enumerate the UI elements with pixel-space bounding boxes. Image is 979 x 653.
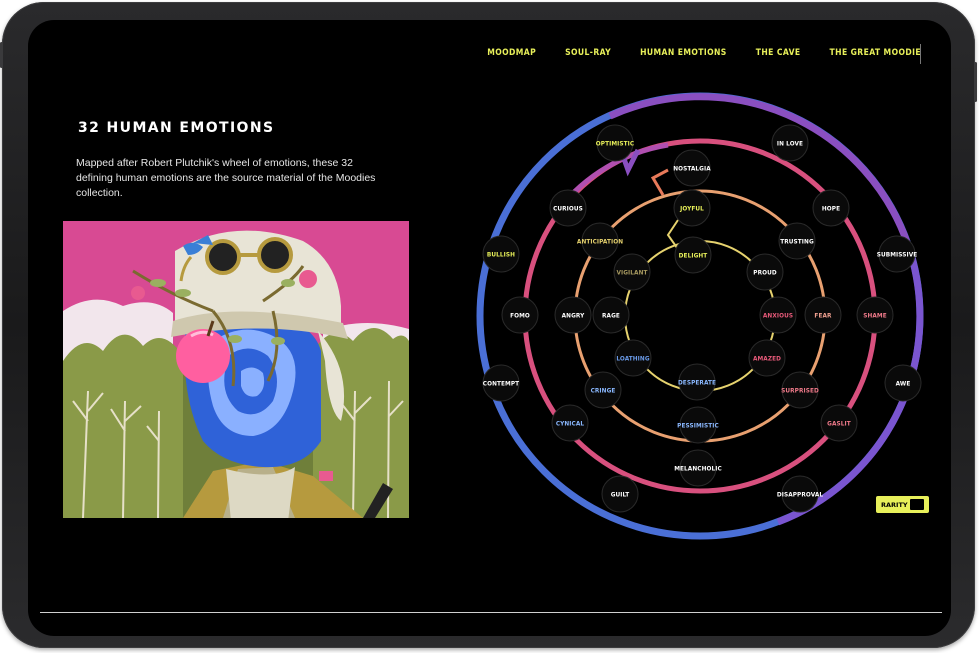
emotion-label: CURIOUS [553, 204, 583, 212]
side-button-top [0, 42, 3, 68]
rarity-label: RARITY [881, 500, 908, 509]
emotion-wheel: OPTIMISTIC IN LOVE SUBMISSIVE AWE DISAPPROVA… [476, 92, 924, 540]
emotion-label: FEAR [814, 311, 832, 319]
emotion-label: BULLISH [487, 250, 515, 258]
side-button-right [974, 62, 977, 102]
tablet-frame: MOODMAP SOUL-RAY HUMAN EMOTIONS THE CAVE… [0, 2, 977, 648]
emotion-label: CONTEMPT [483, 379, 519, 387]
emotion-label: FOMO [510, 311, 530, 319]
emotion-label: ANXIOUS [763, 311, 793, 319]
emotion-label: RAGE [602, 311, 620, 319]
emotion-label: TRUSTING [780, 237, 814, 245]
emotion-label: JOYFUL [679, 204, 704, 212]
emotion-label: GUILT [611, 490, 630, 498]
emotion-label: DISAPPROVAL [777, 490, 824, 498]
emotion-label: PROUD [753, 268, 777, 276]
emotion-label: OPTIMISTIC [596, 139, 634, 147]
emotion-label: DESPERATE [678, 378, 716, 386]
emotion-label: VIGILANT [616, 268, 647, 276]
emotion-label: CYNICAL [556, 419, 585, 427]
emotion-label: IN LOVE [777, 139, 803, 147]
toggle-switch-icon[interactable] [910, 499, 924, 510]
emotion-nodes: OPTIMISTIC IN LOVE SUBMISSIVE AWE DISAPPROVA… [482, 124, 922, 513]
emotion-label: ANGRY [562, 311, 585, 319]
emotion-label: SHAME [863, 311, 887, 319]
screen: MOODMAP SOUL-RAY HUMAN EMOTIONS THE CAVE… [28, 20, 951, 636]
emotion-label: CRINGE [591, 386, 616, 394]
emotion-label: HOPE [822, 204, 840, 212]
emotion-label: SURPRISED [781, 386, 819, 394]
emotion-label: LOATHING [616, 354, 649, 362]
emotion-label: AWE [896, 379, 911, 387]
emotion-label: SUBMISSIVE [877, 250, 918, 258]
rarity-toggle[interactable]: RARITY [876, 496, 929, 513]
emotion-label: NOSTALGIA [673, 164, 711, 172]
emotion-label: GASLIT [827, 419, 851, 427]
emotion-label: AMAZED [753, 354, 781, 362]
emotion-label: MELANCHOLIC [674, 464, 722, 472]
bottom-divider [40, 612, 942, 613]
emotion-label: DELIGHT [679, 251, 708, 259]
emotion-label: ANTICIPATION [577, 237, 623, 245]
emotion-label: PESSIMISTIC [677, 421, 719, 429]
